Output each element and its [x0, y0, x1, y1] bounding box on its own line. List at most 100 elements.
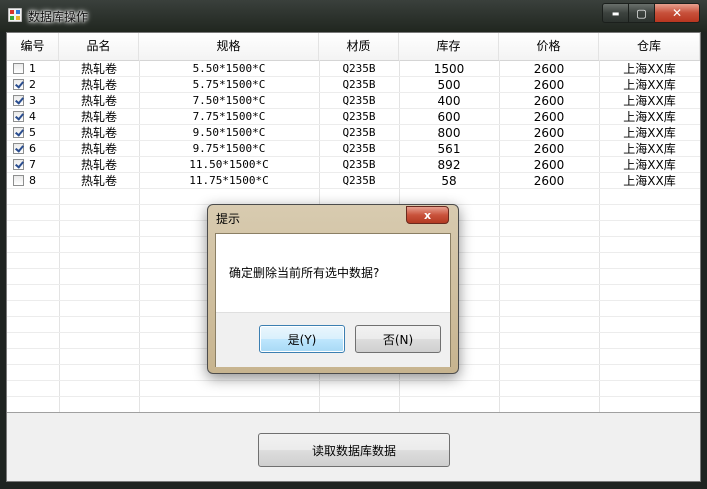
cell-warehouse: 上海XX库	[623, 126, 676, 140]
cell-spec: 5.50*1500*C	[192, 62, 266, 75]
cell-spec: 7.50*1500*C	[192, 94, 266, 107]
cell-price: 2600	[533, 158, 565, 172]
cell-warehouse: 上海XX库	[623, 78, 676, 92]
table-row[interactable]: 4 热轧卷 7.75*1500*C Q235B 600 2600 上海XX库	[7, 109, 700, 125]
row-checkbox[interactable]	[13, 159, 24, 170]
row-id: 3	[29, 94, 36, 107]
cell-warehouse: 上海XX库	[623, 62, 676, 76]
cell-price: 2600	[533, 78, 565, 92]
cell-price: 2600	[533, 126, 565, 140]
cell-warehouse: 上海XX库	[623, 110, 676, 124]
no-button[interactable]: 否(N)	[355, 325, 441, 353]
table-row[interactable]: 1 热轧卷 5.50*1500*C Q235B 1500 2600 上海XX库	[7, 61, 700, 77]
read-database-button[interactable]: 读取数据库数据	[258, 433, 450, 467]
cell-stock: 561	[437, 142, 461, 156]
row-id: 2	[29, 78, 36, 91]
dialog-body: 确定删除当前所有选中数据? 是(Y) 否(N)	[215, 233, 451, 367]
yes-button[interactable]: 是(Y)	[259, 325, 345, 353]
row-id: 4	[29, 110, 36, 123]
cell-name: 热轧卷	[80, 158, 117, 172]
cell-stock: 800	[437, 126, 461, 140]
cell-material: Q235B	[342, 158, 376, 171]
cell-name: 热轧卷	[80, 78, 117, 92]
cell-price: 2600	[533, 94, 565, 108]
row-divider	[7, 412, 700, 413]
cell-material: Q235B	[342, 62, 376, 75]
column-header[interactable]: 编号	[7, 33, 59, 60]
close-icon: ✕	[671, 6, 683, 20]
cell-name: 热轧卷	[80, 142, 117, 156]
dialog-close-button[interactable]: x	[406, 206, 449, 224]
cell-stock: 892	[437, 158, 461, 172]
cell-spec: 11.75*1500*C	[189, 174, 269, 187]
cell-material: Q235B	[342, 174, 376, 187]
cell-stock: 600	[437, 110, 461, 124]
row-id: 7	[29, 158, 36, 171]
row-checkbox[interactable]	[13, 95, 24, 106]
cell-spec: 7.75*1500*C	[192, 110, 266, 123]
row-id: 1	[29, 62, 36, 75]
cell-warehouse: 上海XX库	[623, 94, 676, 108]
cell-name: 热轧卷	[80, 174, 117, 188]
cell-spec: 5.75*1500*C	[192, 78, 266, 91]
grid-header: 编号 品名 规格 材质 库存 价格 仓库	[7, 33, 700, 61]
close-icon: x	[423, 208, 432, 222]
row-checkbox[interactable]	[13, 143, 24, 154]
table-row[interactable]: 8 热轧卷 11.75*1500*C Q235B 58 2600 上海XX库	[7, 173, 700, 189]
row-checkbox[interactable]	[13, 79, 24, 90]
cell-warehouse: 上海XX库	[623, 142, 676, 156]
title-bar[interactable]: 数据库操作 ▬ ▢ ✕	[0, 0, 707, 32]
cell-spec: 11.50*1500*C	[189, 158, 269, 171]
column-header[interactable]: 材质	[319, 33, 399, 60]
row-checkbox[interactable]	[13, 63, 24, 74]
column-header[interactable]: 品名	[59, 33, 139, 60]
row-divider	[7, 380, 700, 381]
minimize-button[interactable]: ▬	[602, 3, 629, 23]
row-checkbox[interactable]	[13, 127, 24, 138]
confirm-dialog: 提示 x 确定删除当前所有选中数据? 是(Y) 否(N)	[207, 204, 459, 374]
cell-stock: 1500	[433, 62, 465, 76]
cell-price: 2600	[533, 142, 565, 156]
cell-stock: 500	[437, 78, 461, 92]
table-row[interactable]: 6 热轧卷 9.75*1500*C Q235B 561 2600 上海XX库	[7, 141, 700, 157]
window-title: 数据库操作	[28, 10, 89, 24]
cell-price: 2600	[533, 110, 565, 124]
main-window: 数据库操作 ▬ ▢ ✕ 编号 品名 规格 材质 库存 价格 仓库 1 热轧卷 5.50*1500…	[0, 0, 707, 489]
cell-spec: 9.75*1500*C	[192, 142, 266, 155]
table-row[interactable]: 2 热轧卷 5.75*1500*C Q235B 500 2600 上海XX库	[7, 77, 700, 93]
row-checkbox[interactable]	[13, 111, 24, 122]
close-button[interactable]: ✕	[654, 3, 700, 23]
minimize-icon: ▬	[611, 8, 620, 18]
cell-material: Q235B	[342, 78, 376, 91]
cell-warehouse: 上海XX库	[623, 158, 676, 172]
row-checkbox[interactable]	[13, 175, 24, 186]
cell-warehouse: 上海XX库	[623, 174, 676, 188]
cell-price: 2600	[533, 62, 565, 76]
row-divider	[7, 396, 700, 397]
cell-material: Q235B	[342, 94, 376, 107]
column-header[interactable]: 规格	[139, 33, 319, 60]
cell-material: Q235B	[342, 126, 376, 139]
cell-name: 热轧卷	[80, 126, 117, 140]
dialog-title: 提示	[216, 212, 241, 226]
row-id: 5	[29, 126, 36, 139]
column-header[interactable]: 库存	[399, 33, 499, 60]
cell-name: 热轧卷	[80, 110, 117, 124]
cell-stock: 400	[437, 94, 461, 108]
column-header[interactable]: 价格	[499, 33, 599, 60]
cell-price: 2600	[533, 174, 565, 188]
table-row[interactable]: 3 热轧卷 7.50*1500*C Q235B 400 2600 上海XX库	[7, 93, 700, 109]
cell-stock: 58	[441, 174, 457, 188]
column-header[interactable]: 仓库	[599, 33, 700, 60]
table-row[interactable]: 7 热轧卷 11.50*1500*C Q235B 892 2600 上海XX库	[7, 157, 700, 173]
row-id: 6	[29, 142, 36, 155]
dialog-footer: 是(Y) 否(N)	[216, 312, 450, 367]
maximize-button[interactable]: ▢	[628, 3, 655, 23]
cell-material: Q235B	[342, 110, 376, 123]
cell-name: 热轧卷	[80, 62, 117, 76]
cell-spec: 9.50*1500*C	[192, 126, 266, 139]
cell-name: 热轧卷	[80, 94, 117, 108]
maximize-icon: ▢	[636, 6, 647, 20]
row-id: 8	[29, 174, 36, 187]
table-row[interactable]: 5 热轧卷 9.50*1500*C Q235B 800 2600 上海XX库	[7, 125, 700, 141]
